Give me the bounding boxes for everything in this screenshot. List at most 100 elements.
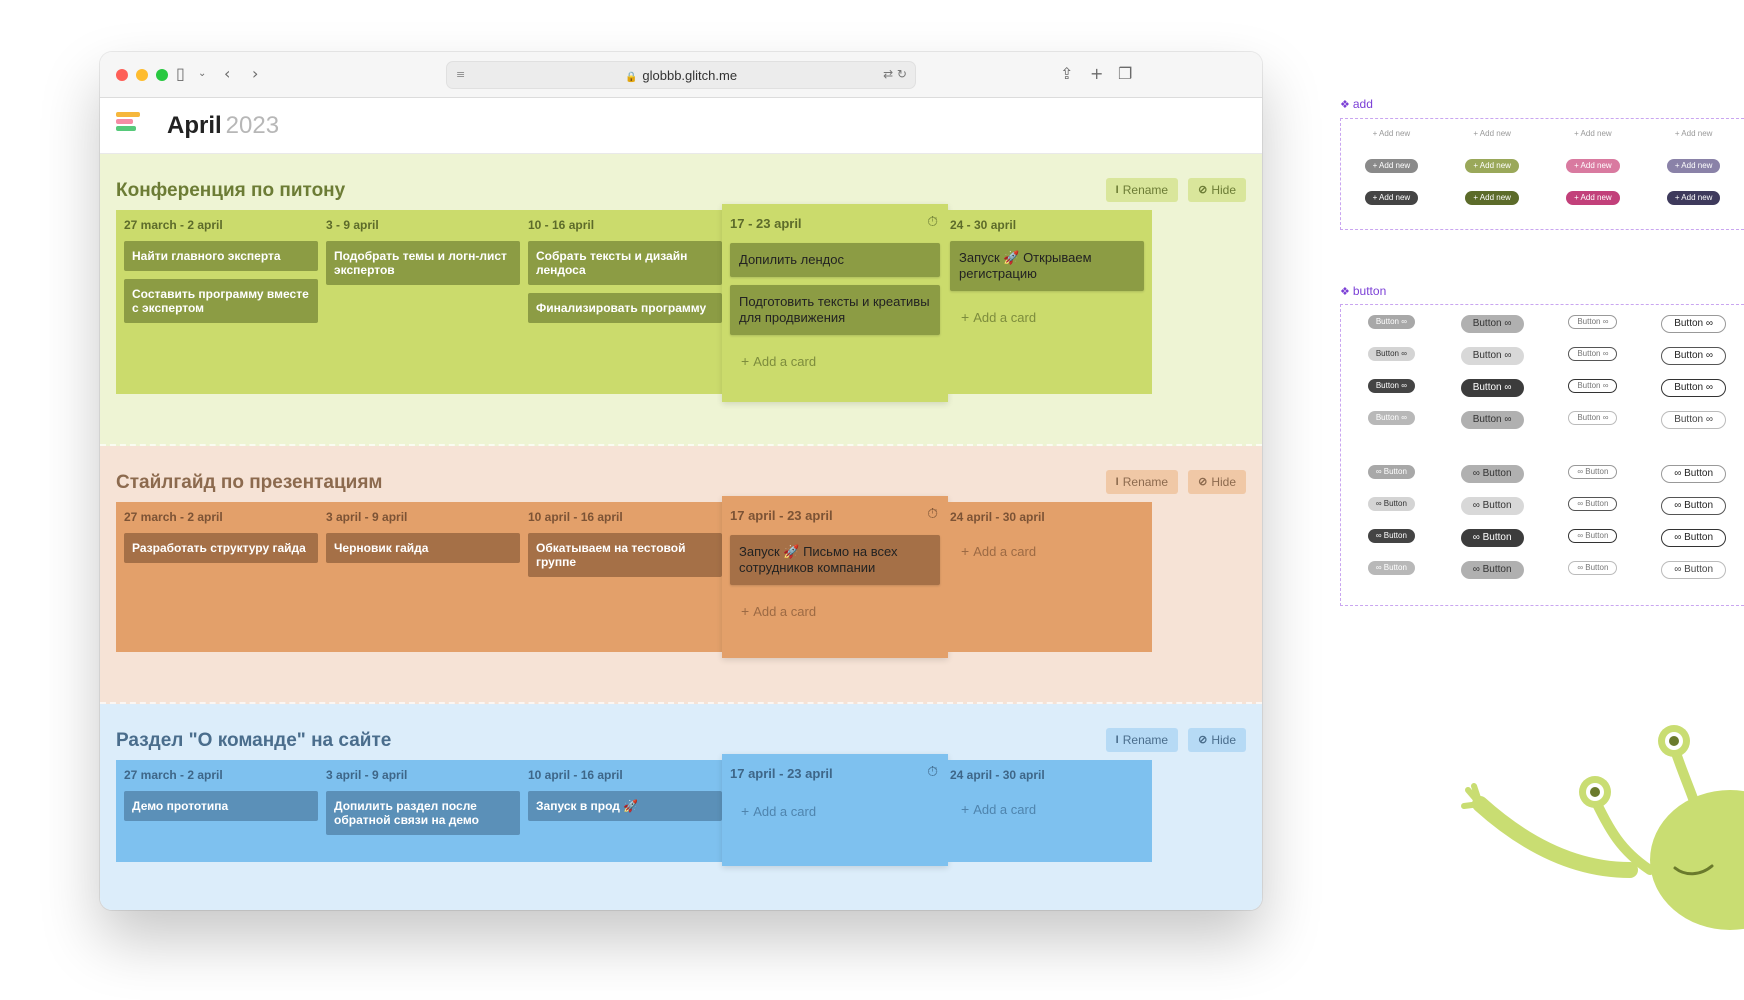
week-title: 27 march - 2 april [124, 510, 223, 524]
task-card[interactable]: Найти главного эксперта [124, 241, 318, 271]
hide-button[interactable]: ⊘ Hide [1188, 470, 1246, 494]
back-icon[interactable]: ‹ [224, 64, 230, 84]
timer-icon[interactable]: ⏱ [927, 764, 938, 780]
button-sample[interactable]: Button ∞ [1367, 379, 1415, 393]
button-sample[interactable]: Button ∞ [1661, 411, 1727, 429]
button-sample[interactable]: Button ∞ [1568, 347, 1618, 361]
rename-button[interactable]: I Rename [1105, 728, 1179, 752]
weeks-row: 27 march - 2 april Найти главного эксперт… [100, 204, 1262, 402]
button-sample[interactable]: Button ∞ [1661, 347, 1727, 365]
button-sample[interactable]: ∞ Button [1367, 561, 1415, 575]
button-sample[interactable]: Button ∞ [1460, 379, 1524, 397]
task-card[interactable]: Подобрать темы и логн-лист экспертов [326, 241, 520, 285]
button-sample[interactable]: Button ∞ [1460, 411, 1524, 429]
add-card-button[interactable]: + Add a card [950, 791, 1144, 827]
add-new-pill[interactable]: + Add new [1566, 159, 1620, 173]
task-card[interactable]: Демо прототипа [124, 791, 318, 821]
add-component-label: ❖ add [1340, 97, 1373, 111]
button-sample[interactable]: Button ∞ [1661, 379, 1727, 397]
task-card[interactable]: Составить программу вместе с экспертом [124, 279, 318, 323]
timer-icon[interactable]: ⏱ [927, 214, 938, 230]
hide-button[interactable]: ⊘ Hide [1188, 728, 1246, 752]
button-sample[interactable]: ∞ Button [1460, 561, 1524, 579]
button-sample[interactable]: ∞ Button [1568, 561, 1618, 575]
add-new-pill[interactable]: + Add new [1465, 191, 1519, 205]
translate-reload-icon[interactable]: ⇄ ↻ [883, 67, 907, 81]
address-bar[interactable]: ≡ 🔒 globbb.glitch.me ⇄ ↻ [446, 61, 916, 89]
button-sample[interactable]: ∞ Button [1568, 465, 1618, 479]
browser-toolbar: ▯ ⌄ ‹ › ≡ 🔒 globbb.glitch.me ⇄ ↻ ⇪ + ❐ [100, 52, 1262, 98]
button-sample[interactable]: ∞ Button [1367, 497, 1415, 511]
button-sample[interactable]: ∞ Button [1460, 497, 1524, 515]
task-card[interactable]: Запуск 🚀 Открываем регистрацию [950, 241, 1144, 291]
task-card[interactable]: Запуск в прод 🚀 [528, 791, 722, 821]
button-sample[interactable]: ∞ Button [1661, 561, 1727, 579]
tabs-overview-icon[interactable]: ❐ [1118, 64, 1132, 84]
add-card-button[interactable]: + Add a card [950, 299, 1144, 335]
task-card[interactable]: Допилить лендос [730, 243, 940, 277]
add-new-pill[interactable]: + Add new [1465, 127, 1519, 141]
add-new-pill[interactable]: + Add new [1666, 191, 1721, 205]
button-sample[interactable]: Button ∞ [1367, 411, 1415, 425]
button-component-set: Button ∞ Button ∞ Button ∞ Button ∞ Button ∞… [1340, 304, 1744, 606]
browser-window: ▯ ⌄ ‹ › ≡ 🔒 globbb.glitch.me ⇄ ↻ ⇪ + ❐ Ap… [100, 52, 1262, 910]
button-sample[interactable]: Button ∞ [1367, 315, 1415, 329]
button-sample[interactable]: Button ∞ [1367, 347, 1415, 361]
task-card[interactable]: Черновик гайда [326, 533, 520, 563]
add-new-pill[interactable]: + Add new [1566, 127, 1620, 141]
week-column: 3 april - 9 april Черновик гайда [318, 502, 528, 652]
forward-icon[interactable]: › [252, 64, 258, 84]
task-card[interactable]: Запуск 🚀 Письмо на всех сотрудников комп… [730, 535, 940, 585]
rename-button[interactable]: I Rename [1105, 470, 1179, 494]
sidebar-toggle-icon[interactable]: ▯ [176, 64, 185, 84]
add-new-pill[interactable]: + Add new [1364, 191, 1419, 205]
close-window-button[interactable] [116, 69, 128, 81]
button-sample[interactable]: Button ∞ [1568, 379, 1618, 393]
week-title: 10 april - 16 april [528, 510, 623, 524]
task-card[interactable]: Подготовить тексты и креативы для продви… [730, 285, 940, 335]
task-card[interactable]: Финализировать программу [528, 293, 722, 323]
hide-button[interactable]: ⊘ Hide [1188, 178, 1246, 202]
button-sample[interactable]: ∞ Button [1661, 497, 1727, 515]
button-sample[interactable]: ∞ Button [1661, 529, 1727, 547]
week-column: 27 march - 2 april Найти главного эксперт… [116, 210, 326, 394]
add-card-button[interactable]: + Add a card [950, 533, 1144, 569]
add-new-pill[interactable]: + Add new [1365, 127, 1419, 141]
button-sample[interactable]: ∞ Button [1661, 465, 1727, 483]
add-card-button[interactable]: + Add a card [730, 793, 940, 829]
add-new-pill[interactable]: + Add new [1566, 191, 1620, 205]
timer-icon[interactable]: ⏱ [927, 506, 938, 522]
add-card-button[interactable]: + Add a card [730, 593, 940, 629]
rename-button[interactable]: I Rename [1105, 178, 1179, 202]
button-sample[interactable]: Button ∞ [1568, 411, 1618, 425]
zoom-window-button[interactable] [156, 69, 168, 81]
task-card[interactable]: Допилить раздел после обратной связи на … [326, 791, 520, 835]
task-card[interactable]: Собрать тексты и дизайн лендоса [528, 241, 722, 285]
button-sample[interactable]: ∞ Button [1460, 465, 1524, 483]
add-variant-row: + Add new + Add new + Add new + Add new [1341, 159, 1744, 173]
share-icon[interactable]: ⇪ [1060, 64, 1073, 84]
new-tab-icon[interactable]: + [1090, 64, 1103, 84]
button-sample[interactable]: ∞ Button [1367, 529, 1415, 543]
button-sample[interactable]: ∞ Button [1460, 529, 1524, 547]
week-title: 17 april - 23 april [730, 766, 833, 781]
week-column-current: 17 - 23 april ⏱ Допилить лендос Подготовить… [722, 204, 948, 402]
chevron-down-icon[interactable]: ⌄ [198, 64, 206, 84]
button-sample[interactable]: Button ∞ [1661, 315, 1727, 333]
add-card-button[interactable]: + Add a card [730, 343, 940, 379]
button-sample[interactable]: Button ∞ [1460, 347, 1524, 365]
button-sample[interactable]: ∞ Button [1367, 465, 1415, 479]
add-new-pill[interactable]: + Add new [1465, 159, 1519, 173]
button-sample[interactable]: Button ∞ [1460, 315, 1524, 333]
task-card[interactable]: Разработать структуру гайда [124, 533, 318, 563]
add-new-pill[interactable]: + Add new [1364, 159, 1419, 173]
minimize-window-button[interactable] [136, 69, 148, 81]
task-card[interactable]: Обкатываем на тестовой группе [528, 533, 722, 577]
button-sample[interactable]: ∞ Button [1568, 497, 1618, 511]
button-sample[interactable]: ∞ Button [1568, 529, 1618, 543]
button-sample[interactable]: Button ∞ [1568, 315, 1618, 329]
button-component-label: ❖ button [1340, 284, 1387, 298]
add-new-pill[interactable]: + Add new [1666, 159, 1721, 173]
add-new-pill[interactable]: + Add new [1667, 127, 1721, 141]
week-title: 3 - 9 april [326, 218, 379, 232]
